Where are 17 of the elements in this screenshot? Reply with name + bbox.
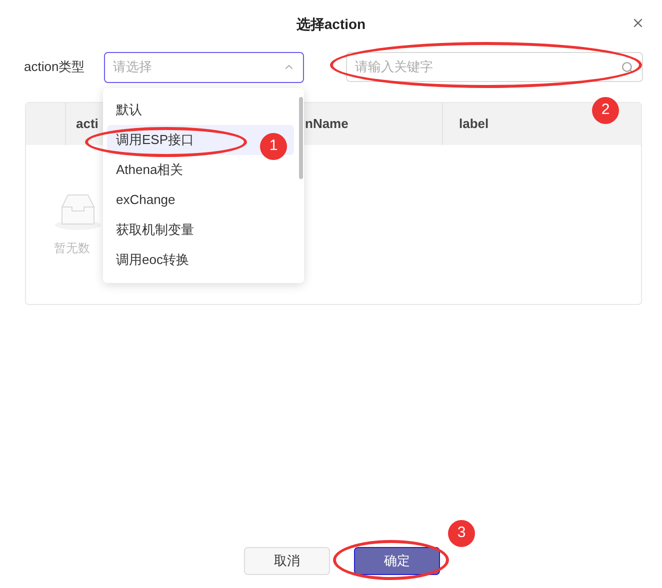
dropdown-option[interactable]: 默认 — [107, 95, 294, 125]
cancel-button[interactable]: 取消 — [244, 547, 330, 575]
column-header: acti — [76, 115, 98, 134]
dropdown-option[interactable]: 调用eoc转换 — [107, 245, 294, 275]
confirm-button[interactable]: 确定 — [354, 547, 440, 575]
search-icon — [621, 60, 634, 74]
scrollbar[interactable] — [299, 97, 303, 179]
empty-inbox-icon — [54, 193, 102, 231]
column-header: label — [459, 115, 489, 134]
empty-text: 暂无数 — [54, 240, 91, 257]
dialog-title: 选择action — [296, 15, 366, 34]
annotation-number: 3 — [448, 520, 475, 547]
dropdown-option[interactable]: exChange — [107, 185, 294, 215]
filter-label: action类型 — [24, 58, 86, 76]
column-header: nName — [305, 115, 348, 134]
close-icon[interactable] — [631, 16, 645, 30]
dropdown-option[interactable]: 获取机制变量 — [107, 215, 294, 245]
